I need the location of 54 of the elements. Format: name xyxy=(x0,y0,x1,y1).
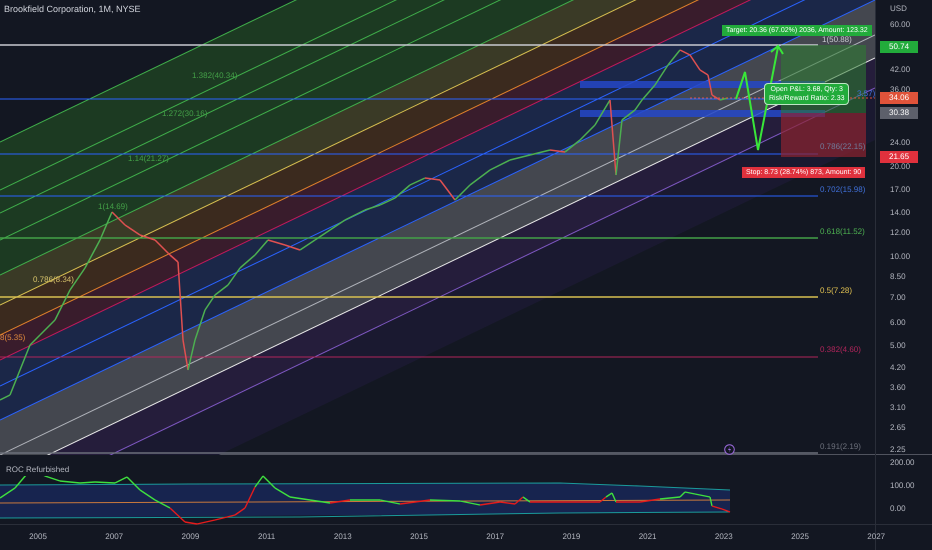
price-badge: 34.06 xyxy=(880,92,918,104)
price-badge: 30.38 xyxy=(880,107,918,119)
fib-level-label: 0.382(4.60) xyxy=(820,346,861,354)
fib-level-label: 0.702(15.98) xyxy=(820,186,866,194)
price-tick: 2.65 xyxy=(890,424,906,432)
price-tick: 3.60 xyxy=(890,384,906,392)
price-tick: 42.00 xyxy=(890,66,910,74)
price-tick: 2.25 xyxy=(890,446,906,454)
time-tick: 2017 xyxy=(486,533,504,541)
time-tick: 2015 xyxy=(410,533,428,541)
time-tick: 2013 xyxy=(334,533,352,541)
price-tick: 60.00 xyxy=(890,21,910,29)
price-badge: 50.74 xyxy=(880,41,918,53)
fib-level-label: 0.5(7.28) xyxy=(820,287,852,295)
chart-title: Brookfield Corporation, 1M, NYSE xyxy=(4,3,141,16)
price-tick: 24.00 xyxy=(890,139,910,147)
indicator-title: ROC Refurbished xyxy=(4,464,72,476)
price-tick: 17.00 xyxy=(890,186,910,194)
price-tick: 14.00 xyxy=(890,209,910,217)
price-tick: 36.00 xyxy=(890,86,910,94)
fib-level-label: 8(5.35) xyxy=(0,334,26,342)
price-tick: 3.10 xyxy=(890,404,906,412)
price-tick: 4.20 xyxy=(890,364,906,372)
fib-level-label: 0.786(22.15) xyxy=(820,143,866,151)
time-tick: 2025 xyxy=(791,533,809,541)
price-tick: 7.00 xyxy=(890,294,906,302)
time-tick: 2005 xyxy=(29,533,47,541)
time-tick: 2009 xyxy=(182,533,200,541)
time-tick: 2027 xyxy=(867,533,886,541)
indicator-tick: 200.00 xyxy=(890,459,914,467)
indicator-tick: 0.00 xyxy=(890,505,906,513)
price-tick: 6.00 xyxy=(890,319,906,327)
price-tick: 5.00 xyxy=(890,342,906,350)
time-tick: 2021 xyxy=(638,533,656,541)
fib-level-label: 1.272(30.16) xyxy=(162,110,208,118)
fib-level-label: 3.57) xyxy=(857,90,876,98)
time-tick: 2019 xyxy=(562,533,580,541)
fib-level-label: 0.191(2.19) xyxy=(820,443,861,451)
fib-level-label: 1.14(21.27) xyxy=(128,155,169,163)
time-tick: 2007 xyxy=(105,533,124,541)
fib-level-label: 1.382(40.34) xyxy=(192,72,238,80)
price-tick: 10.00 xyxy=(890,253,910,261)
price-tick: 12.00 xyxy=(890,229,910,237)
time-tick: 2011 xyxy=(258,533,276,541)
fib-level-label: 0.618(11.52) xyxy=(820,228,865,236)
price-tick: 20.00 xyxy=(890,163,910,171)
price-badge: 21.65 xyxy=(880,151,918,163)
fib-level-label: 1(50.88) xyxy=(822,36,852,44)
currency-label: USD xyxy=(890,3,907,15)
price-tick: 8.50 xyxy=(890,273,906,281)
indicator-tick: 100.00 xyxy=(890,482,914,490)
fib-level-label: 1(14.69) xyxy=(98,203,128,211)
time-tick: 2023 xyxy=(714,533,733,541)
lightning-icon[interactable] xyxy=(724,444,735,455)
